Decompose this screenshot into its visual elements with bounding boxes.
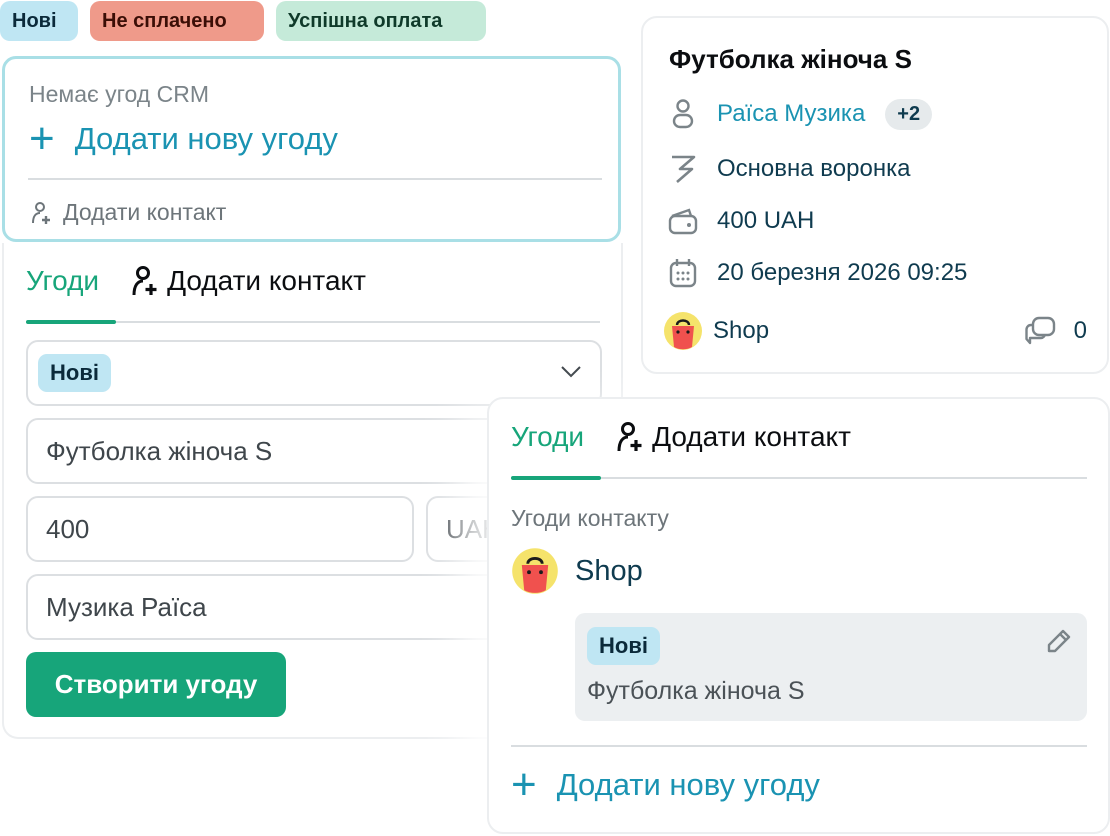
status-badge-new: Нові bbox=[0, 1, 78, 41]
amount-value: 400 UAH bbox=[717, 207, 815, 234]
amount-row: 400 UAH bbox=[667, 205, 814, 237]
plus-icon: + bbox=[29, 114, 55, 163]
shop-row: Shop bbox=[511, 547, 643, 595]
status-badge-unpaid: Не сплачено bbox=[90, 1, 264, 41]
active-tab-indicator bbox=[511, 476, 601, 480]
comments-counter[interactable]: 0 bbox=[1024, 316, 1087, 346]
amount-input[interactable]: 400 bbox=[26, 496, 414, 562]
add-deal-label: Додати нову угоду bbox=[74, 121, 338, 156]
deal-item-title: Футболка жіноча S bbox=[587, 677, 805, 705]
status-badge-success: Успішна оплата bbox=[276, 1, 486, 41]
pipeline-row: Основна воронка bbox=[667, 153, 910, 185]
comments-count: 0 bbox=[1073, 317, 1087, 344]
add-deal-button[interactable]: + Додати нову угоду bbox=[29, 114, 338, 163]
contact-name-link[interactable]: Раїса Музика bbox=[717, 100, 865, 128]
add-deal-label: Додати нову угоду bbox=[556, 767, 820, 802]
contact-deals-label: Угоди контакту bbox=[511, 505, 669, 531]
tab-deals-label: Угоди bbox=[511, 421, 585, 452]
amount-value: 400 bbox=[46, 513, 90, 544]
person-icon bbox=[667, 98, 699, 130]
tab-deals[interactable]: Угоди bbox=[511, 421, 584, 453]
create-deal-label: Створити угоду bbox=[54, 669, 258, 699]
add-deal-button[interactable]: + Додати нову угоду bbox=[511, 760, 820, 809]
tab-add-contact[interactable]: Додати контакт bbox=[616, 421, 851, 453]
add-user-icon bbox=[132, 266, 157, 296]
date-row: 20 березня 2026 09:25 bbox=[667, 257, 967, 289]
stage-badge: Нові bbox=[38, 354, 111, 392]
deal-list-item[interactable]: Нові Футболка жіноча S bbox=[575, 613, 1087, 721]
tab-add-contact[interactable]: Додати контакт bbox=[131, 265, 366, 297]
divider bbox=[511, 745, 1087, 747]
date-value: 20 березня 2026 09:25 bbox=[717, 259, 968, 286]
deal-title: Футболка жіноча S bbox=[669, 44, 912, 74]
add-user-icon bbox=[32, 201, 50, 224]
pipeline-name: Основна воронка bbox=[717, 155, 911, 182]
deal-stage-badge: Нові bbox=[587, 627, 660, 665]
plus-icon: + bbox=[511, 760, 537, 809]
tab-deals-label: Угоди bbox=[26, 265, 100, 296]
pencil-icon[interactable] bbox=[1045, 627, 1073, 655]
shop-bag-icon bbox=[512, 548, 558, 594]
add-user-icon bbox=[617, 422, 642, 452]
contact-deals-card: Угоди Додати контакт Угоди контакту Shop… bbox=[487, 397, 1110, 834]
comments-icon bbox=[1024, 316, 1055, 345]
add-contact-link[interactable]: Додати контакт bbox=[31, 199, 226, 226]
add-contact-label: Додати контакт bbox=[63, 199, 227, 225]
deal-info-card[interactable]: Футболка жіноча S Раїса Музика +2 Основн… bbox=[641, 16, 1109, 374]
source-name: Shop bbox=[713, 317, 770, 344]
tab-deals[interactable]: Угоди bbox=[26, 265, 99, 297]
calendar-icon bbox=[667, 257, 699, 289]
shop-bag-icon bbox=[663, 311, 703, 351]
no-deals-text: Немає угод CRM bbox=[29, 81, 209, 107]
tab-add-contact-label: Додати контакт bbox=[652, 421, 851, 452]
active-tab-indicator bbox=[26, 320, 116, 324]
empty-deals-card: Немає угод CRM + Додати нову угоду Додат… bbox=[2, 56, 621, 242]
contact-row: Раїса Музика +2 bbox=[667, 98, 933, 130]
contact-value: Музика Раїса bbox=[46, 591, 207, 622]
shop-name: Shop bbox=[575, 554, 643, 587]
deal-title-value: Футболка жіноча S bbox=[46, 435, 273, 466]
more-contacts-badge[interactable]: +2 bbox=[885, 98, 933, 130]
divider bbox=[28, 178, 602, 180]
source-row: Shop 0 bbox=[664, 311, 1087, 351]
wallet-icon bbox=[667, 205, 699, 237]
chevron-down-icon bbox=[561, 366, 581, 378]
create-deal-button[interactable]: Створити угоду bbox=[26, 652, 286, 717]
funnel-icon bbox=[667, 153, 699, 185]
tab-add-contact-label: Додати контакт bbox=[167, 265, 366, 296]
